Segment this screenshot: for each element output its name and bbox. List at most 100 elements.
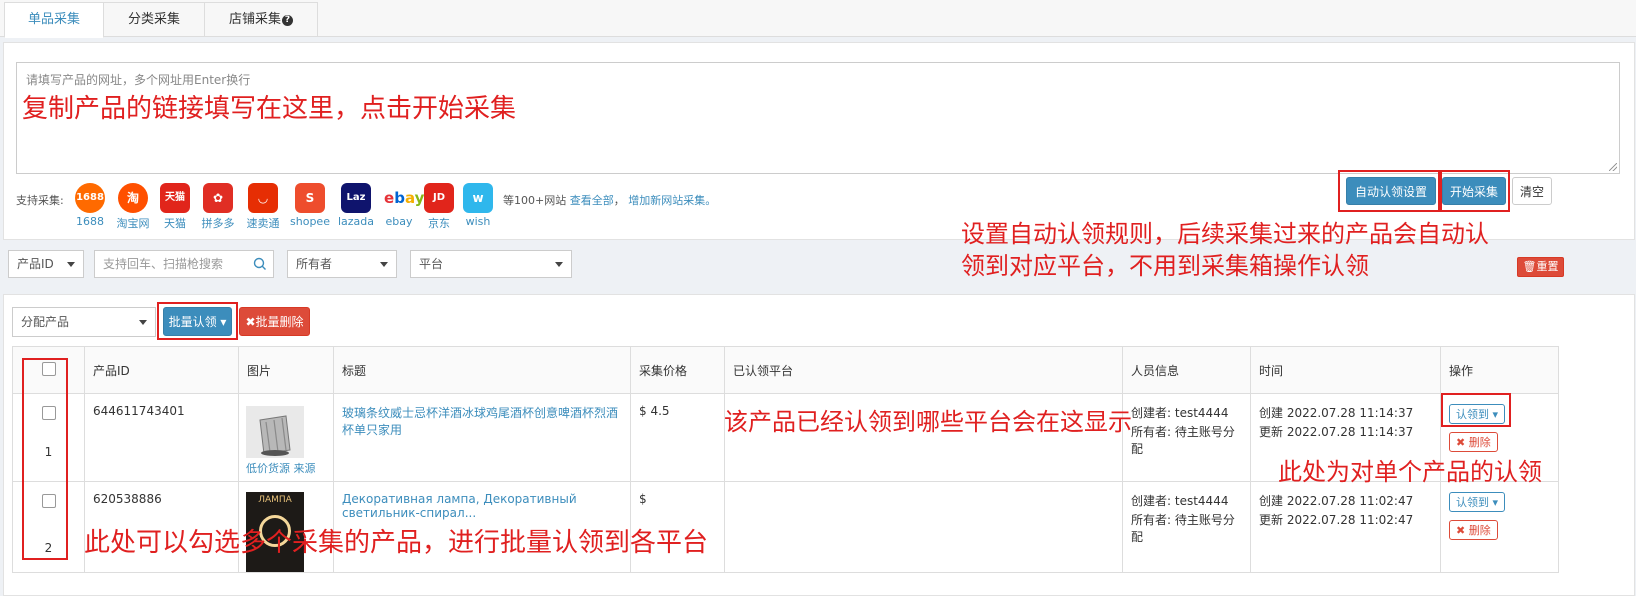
search-placeholder: 支持回车、扫描枪搜索 — [103, 257, 224, 271]
column-header: 标题 — [333, 346, 631, 394]
person-info-cell: 创建者: test4444 所有者: 待主账号分配 — [1122, 481, 1251, 573]
platform-wish[interactable]: w wish — [456, 183, 500, 228]
platform-name: 速卖通 — [246, 217, 280, 230]
image-cell: ЛАМПА — [238, 481, 334, 573]
clear-button[interactable]: 清空 — [1512, 177, 1552, 205]
aliexpress-icon: ◡ — [248, 183, 278, 213]
batch-claim-button[interactable]: 批量认领 ▾ — [163, 307, 232, 336]
table-row: 1 644611743401 低价货源 来源 玻璃条纹威士忌杯洋酒冰球鸡尾酒杯创… — [12, 393, 1559, 482]
chevron-down-icon — [380, 262, 388, 267]
product-title-link[interactable]: 玻璃条纹威士忌杯洋酒冰球鸡尾酒杯创意啤酒杯烈酒杯单只家用 — [333, 393, 631, 482]
product-id: 620538886 — [84, 481, 239, 573]
claim-to-button[interactable]: 认领到 ▾ — [1449, 404, 1506, 424]
help-icon[interactable]: ? — [282, 15, 293, 26]
chevron-down-icon — [67, 262, 75, 267]
tab-category-collect[interactable]: 分类采集 — [103, 2, 205, 36]
tab-single-collect[interactable]: 单品采集 — [4, 2, 104, 38]
column-header: 产品ID — [84, 346, 239, 394]
tab-label: 店铺采集 — [228, 12, 281, 27]
low-price-source-link[interactable]: 低价货源 — [246, 462, 290, 475]
lamp-icon — [259, 515, 291, 547]
product-id-select[interactable]: 产品ID — [8, 250, 84, 278]
owner-select[interactable]: 所有者 — [287, 250, 397, 278]
platform-tmall[interactable]: 天猫 天猫 — [153, 183, 197, 231]
source-link[interactable]: 来源 — [294, 462, 316, 475]
view-all-link[interactable]: 查看全部 — [570, 194, 614, 207]
auto-claim-settings-button[interactable]: 自动认领设置 — [1346, 177, 1436, 205]
search-input[interactable]: 支持回车、扫描枪搜索 — [94, 250, 274, 278]
more-sites-text: 等100+网站 — [503, 194, 567, 207]
select-value: 所有者 — [296, 257, 333, 271]
tab-bar: 单品采集 分类采集 店铺采集? — [0, 0, 1636, 38]
creator-label: 创建者: — [1131, 494, 1172, 508]
row-checkbox[interactable] — [41, 406, 56, 420]
chevron-down-icon — [555, 262, 563, 267]
batch-claim-label: 批量认领 — [168, 315, 217, 329]
product-id: 644611743401 — [84, 393, 239, 482]
url-textarea[interactable]: 请填写产品的网址，多个网址用Enter换行 — [16, 62, 1620, 174]
delete-label: 删除 — [1468, 436, 1491, 449]
platform-jd[interactable]: JD 京东 — [417, 183, 461, 231]
platform-1688[interactable]: 1688 1688 — [68, 183, 112, 228]
thumbnail-text: ЛАМПА — [258, 495, 292, 505]
created-time: 创建 2022.07.28 11:14:37 — [1259, 406, 1414, 420]
updated-time: 更新 2022.07.28 11:02:47 — [1259, 513, 1414, 527]
platform-name: 拼多多 — [201, 217, 235, 230]
claim-label: 认领到 — [1456, 408, 1489, 421]
tab-label: 单品采集 — [27, 12, 80, 27]
close-icon: ✖ — [1456, 524, 1466, 537]
owner-label: 所有者: — [1131, 513, 1172, 527]
platform-aliexpress[interactable]: ◡ 速卖通 — [241, 183, 285, 231]
delete-label: 删除 — [1468, 524, 1491, 537]
owner-label: 所有者: — [1131, 425, 1172, 439]
platform-name: lazada — [337, 215, 375, 228]
claim-to-button[interactable]: 认领到 ▾ — [1449, 492, 1506, 512]
image-links: 低价货源 来源 — [246, 460, 325, 476]
close-icon: ✖ — [1456, 436, 1466, 449]
platform-name: 1688 — [76, 215, 104, 228]
add-site-link[interactable]: 增加新网站采集。 — [628, 194, 716, 207]
column-header: 采集价格 — [630, 346, 725, 394]
close-icon: ✖ — [245, 315, 256, 329]
delete-button[interactable]: ✖ 删除 — [1449, 432, 1498, 452]
platform-taobao[interactable]: 淘 淘宝网 — [111, 183, 155, 231]
claimed-platforms-cell — [724, 481, 1123, 573]
resize-handle-icon[interactable] — [1609, 163, 1617, 171]
tab-store-collect[interactable]: 店铺采集? — [204, 2, 318, 36]
1688-icon: 1688 — [75, 183, 105, 213]
platform-name: wish — [465, 215, 491, 228]
chevron-down-icon — [139, 320, 147, 325]
start-collect-button[interactable]: 开始采集 — [1442, 177, 1506, 205]
platform-name: 京东 — [428, 217, 450, 230]
platform-select[interactable]: 平台 — [410, 250, 572, 278]
product-title-link[interactable]: Декоративная лампа, Декоративный светиль… — [333, 481, 631, 573]
pinduoduo-icon: ✿ — [203, 183, 233, 213]
search-icon[interactable] — [253, 257, 267, 271]
platform-pinduoduo[interactable]: ✿ 拼多多 — [196, 183, 240, 231]
created-time: 创建 2022.07.28 11:02:47 — [1259, 494, 1414, 508]
claim-label: 认领到 — [1456, 496, 1489, 509]
delete-button[interactable]: ✖ 删除 — [1449, 520, 1498, 540]
row-index: 1 — [44, 445, 53, 459]
platform-shopee[interactable]: S shopee — [288, 183, 332, 228]
assign-product-select[interactable]: 分配产品 — [12, 307, 156, 337]
select-all-checkbox[interactable] — [41, 361, 56, 376]
select-cell: 2 — [12, 481, 85, 573]
platform-lazada[interactable]: Laz lazada — [334, 183, 378, 228]
image-cell: 低价货源 来源 — [238, 393, 334, 482]
annotation-line: 领到对应平台，不用到采集箱操作认领 — [961, 252, 1369, 280]
column-header: 图片 — [238, 346, 334, 394]
product-thumbnail[interactable] — [246, 406, 304, 458]
platform-name: 天猫 — [164, 217, 186, 230]
platform-ebay[interactable]: ebay ebay — [377, 183, 424, 228]
collect-price: $ — [630, 481, 725, 573]
column-header: 操作 — [1440, 346, 1559, 394]
table-header-row: 产品ID 图片 标题 采集价格 已认领平台 人员信息 时间 操作 — [12, 346, 1559, 394]
column-header: 时间 — [1250, 346, 1441, 394]
batch-delete-button[interactable]: ✖批量删除 — [239, 307, 310, 336]
updated-time: 更新 2022.07.28 11:14:37 — [1259, 425, 1414, 439]
reset-button[interactable]: 🗑重置 — [1517, 257, 1564, 277]
product-thumbnail[interactable]: ЛАМПА — [246, 492, 304, 572]
person-info-cell: 创建者: test4444 所有者: 待主账号分配 — [1122, 393, 1251, 482]
row-checkbox[interactable] — [41, 494, 56, 508]
